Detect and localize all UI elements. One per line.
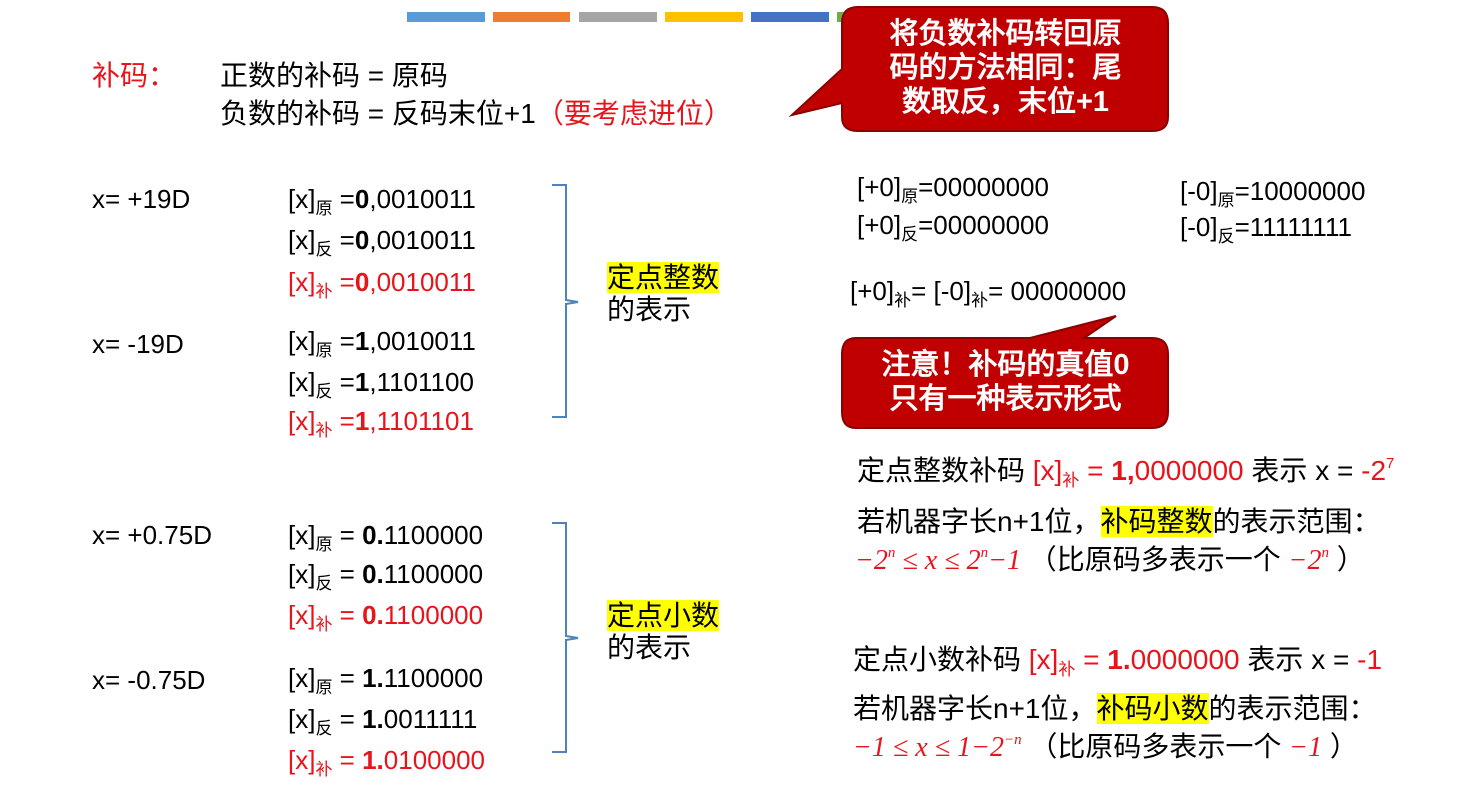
frac-pos-bu: [x]补 = 0.1100000 (288, 600, 484, 634)
int-neg-fan: [x]反 =1,1101100 (288, 367, 474, 401)
top-bar-orange (493, 12, 570, 22)
top-bar-gray (579, 12, 657, 22)
frac-pos-fan: [x]反 = 0.1100000 (288, 559, 484, 593)
x-pos-frac: x= +0.75D (92, 520, 212, 550)
pos-zero-yuan: [+0]原=00000000 (857, 172, 1049, 206)
frac-group-label: 定点小数 的表示 (607, 600, 720, 663)
negative-rule: 负数的补码 = 反码末位+1（要考虑进位） (220, 98, 732, 129)
int-range-line3: −2n ≤ x ≤ 2n−1 （比原码多表示一个 −2n ） (855, 544, 1365, 576)
x-neg-int: x= -19D (92, 329, 184, 359)
callout-mid-text: 注意！补码的真值0 只有一种表示形式 (881, 349, 1130, 415)
int-neg-yuan: [x]原 =1,0010011 (288, 326, 476, 360)
frac-range-line2: 若机器字长n+1位，补码小数的表示范围： (853, 693, 1377, 724)
frac-range-line1: 定点小数补码 [x]补 = 1.0000000 表示 x = -1 (853, 644, 1383, 679)
neg-zero-yuan: [-0]原=10000000 (1180, 176, 1366, 210)
callout-top-text: 将负数补码转回原 码的方法相同：尾 数取反，末位+1 (889, 18, 1122, 118)
frac-neg-fan: [x]反 = 1.0011111 (288, 704, 478, 738)
int-pos-bu: [x]补 =0,0010011 (288, 267, 476, 301)
frac-neg-yuan: [x]原 = 1.1100000 (288, 663, 484, 697)
top-bar-blue (407, 12, 485, 22)
term-label: 补码： (92, 60, 177, 91)
int-group-label: 定点整数 的表示 (607, 262, 720, 325)
zero-bu: [+0]补= [-0]补= 00000000 (850, 276, 1127, 310)
frac-pos-yuan: [x]原 = 0.1100000 (288, 520, 484, 554)
int-bracket (552, 184, 579, 418)
frac-range-line3: −1 ≤ x ≤ 1−2−n （比原码多表示一个 −1 ） (853, 731, 1358, 763)
pos-zero-fan: [+0]反=00000000 (857, 210, 1049, 244)
top-bar-yellow (665, 12, 743, 22)
int-range-line2: 若机器字长n+1位，补码整数的表示范围： (857, 506, 1381, 537)
int-neg-bu: [x]补 =1,1101101 (288, 406, 474, 440)
int-range-line1: 定点整数补码 [x]补 = 1,0000000 表示 x = -27 (857, 455, 1395, 490)
x-neg-frac: x= -0.75D (92, 665, 206, 695)
neg-zero-fan: [-0]反=11111111 (1180, 212, 1352, 246)
frac-bracket (552, 522, 579, 753)
x-pos-int: x= +19D (92, 184, 191, 214)
positive-rule: 正数的补码 = 原码 (220, 60, 448, 91)
int-pos-yuan: [x]原 =0,0010011 (288, 184, 476, 218)
frac-neg-bu: [x]补 = 1.0100000 (288, 745, 486, 779)
int-pos-fan: [x]反 =0,0010011 (288, 225, 476, 259)
